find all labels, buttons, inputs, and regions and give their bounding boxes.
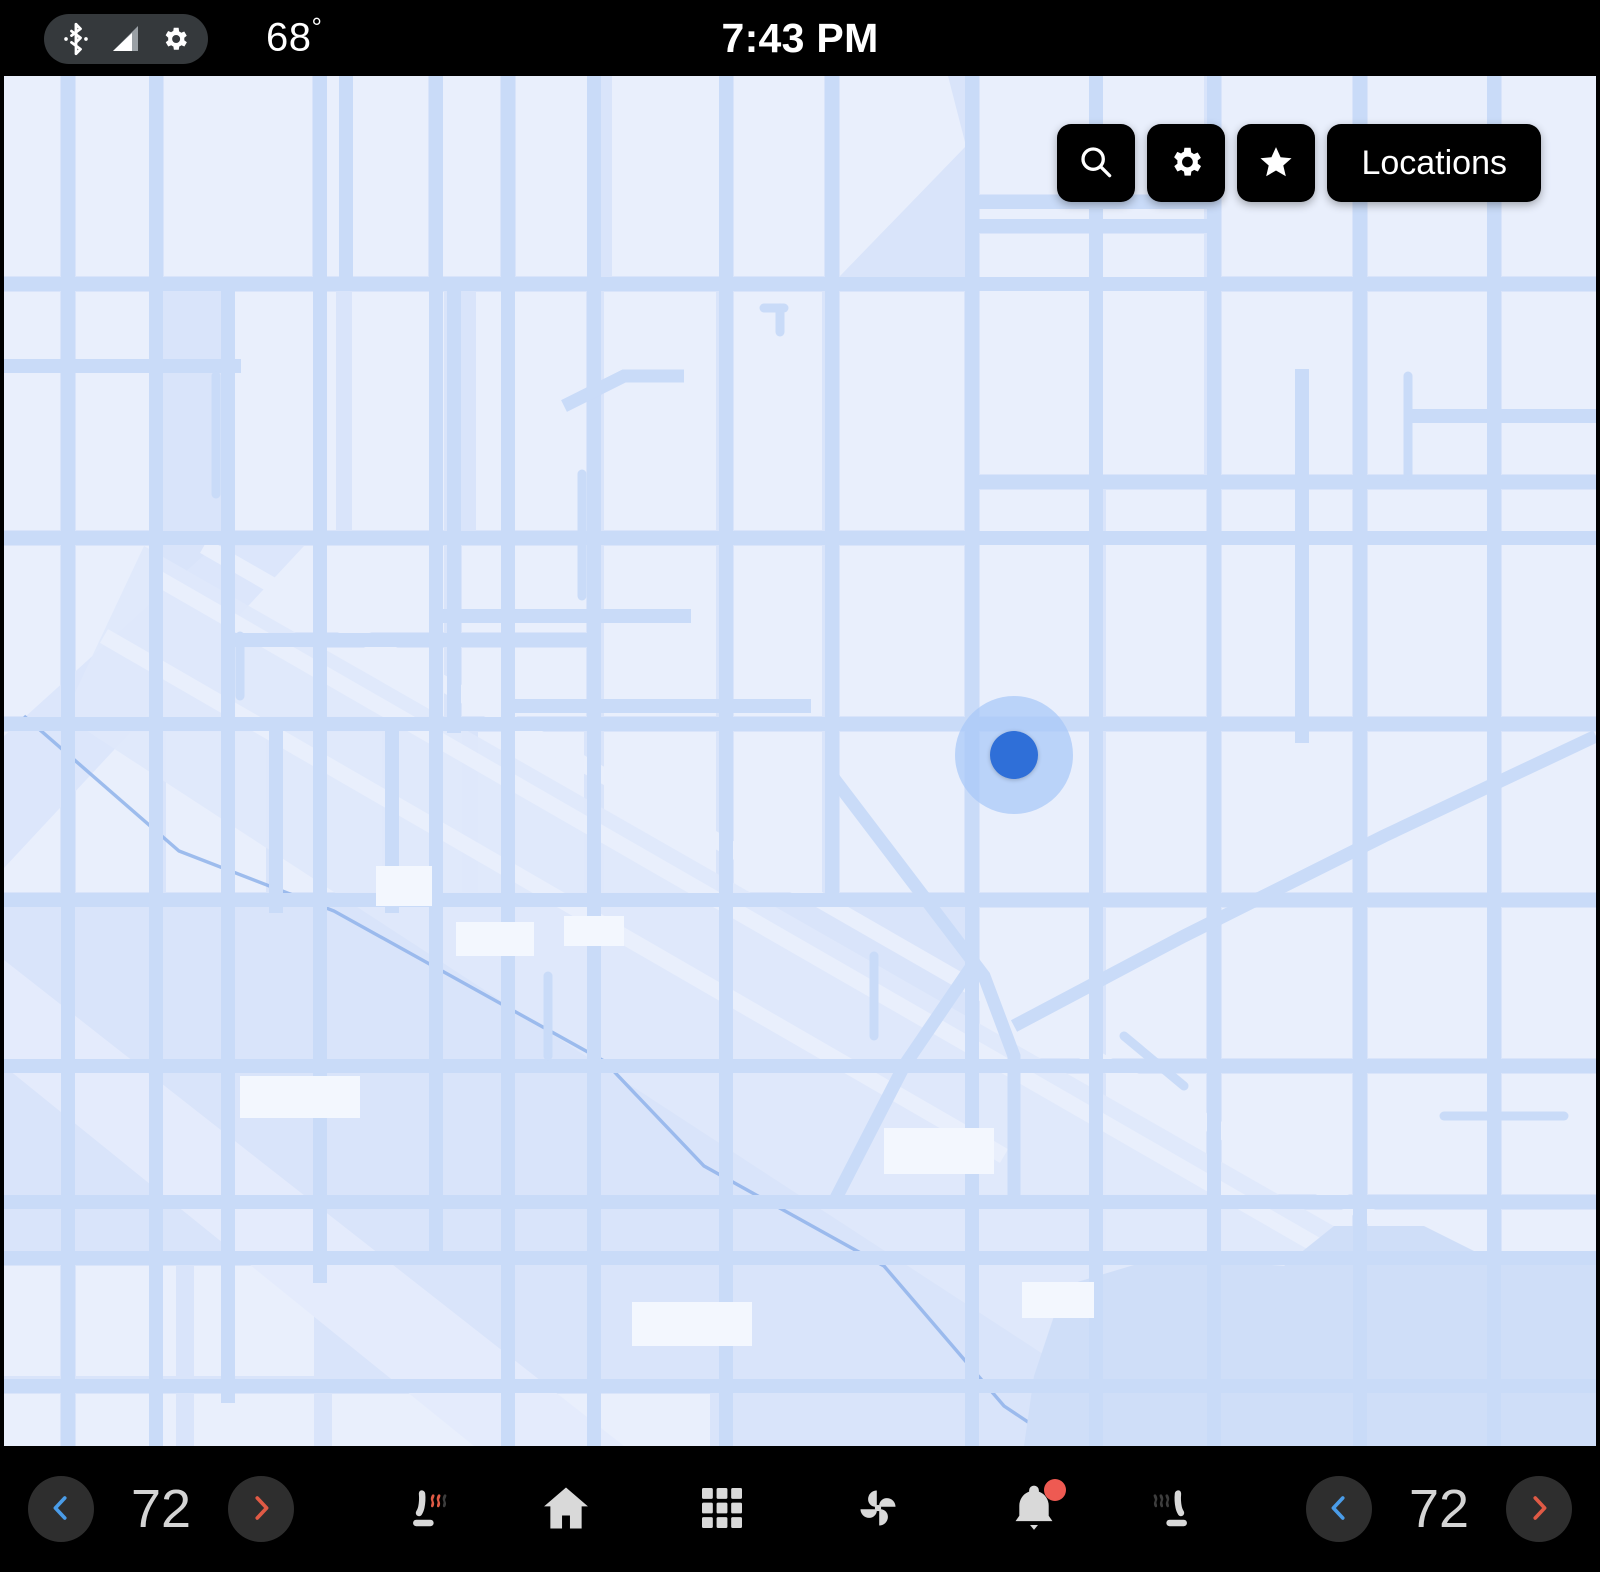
chevron-right-icon xyxy=(1524,1493,1554,1526)
map-settings-button[interactable] xyxy=(1147,124,1226,202)
chevron-left-icon xyxy=(46,1493,76,1526)
apps-grid-icon xyxy=(697,1483,747,1536)
center-navigation xyxy=(478,1461,1122,1557)
driver-temp-decrease-button[interactable] xyxy=(28,1476,94,1542)
map-canvas[interactable] xyxy=(4,76,1596,1446)
passenger-temp-increase-button[interactable] xyxy=(1506,1476,1572,1542)
heated-seat-icon xyxy=(1139,1477,1201,1542)
chevron-left-icon xyxy=(1324,1493,1354,1526)
driver-temperature-value: 72 xyxy=(130,1479,192,1539)
notification-badge xyxy=(1044,1479,1066,1501)
map-search-button[interactable] xyxy=(1057,124,1136,202)
clock: 7:43 PM xyxy=(721,14,879,61)
apps-button[interactable] xyxy=(674,1461,770,1557)
notifications-button[interactable] xyxy=(986,1461,1082,1557)
driver-temp-increase-button[interactable] xyxy=(228,1476,294,1542)
driver-seat-heater-button[interactable] xyxy=(382,1461,478,1557)
map-graphic xyxy=(4,76,1596,1446)
location-dot xyxy=(990,731,1038,779)
status-bar: 68° 7:43 PM xyxy=(0,0,1600,76)
passenger-temp-decrease-button[interactable] xyxy=(1306,1476,1372,1542)
chevron-right-icon xyxy=(246,1493,276,1526)
fan-icon xyxy=(849,1479,907,1540)
passenger-climate-controls: 72 xyxy=(1122,1461,1572,1557)
heated-seat-icon xyxy=(399,1477,461,1542)
home-icon xyxy=(538,1480,594,1539)
bottom-control-bar: 72 72 xyxy=(0,1446,1600,1572)
driver-climate-controls: 72 xyxy=(28,1461,478,1557)
star-icon xyxy=(1257,143,1295,184)
infotainment-screen: 68° 7:43 PM Locations 72 72 xyxy=(0,0,1600,1572)
search-icon xyxy=(1077,143,1115,184)
home-button[interactable] xyxy=(518,1461,614,1557)
locations-button[interactable]: Locations xyxy=(1327,124,1541,202)
climate-button[interactable] xyxy=(830,1461,926,1557)
map-toolbar: Locations xyxy=(1057,124,1541,202)
current-location-marker xyxy=(955,696,1073,814)
passenger-seat-heater-button[interactable] xyxy=(1122,1461,1218,1557)
gear-icon xyxy=(1167,143,1205,184)
passenger-temperature-value: 72 xyxy=(1408,1479,1470,1539)
map-favorites-button[interactable] xyxy=(1237,124,1316,202)
